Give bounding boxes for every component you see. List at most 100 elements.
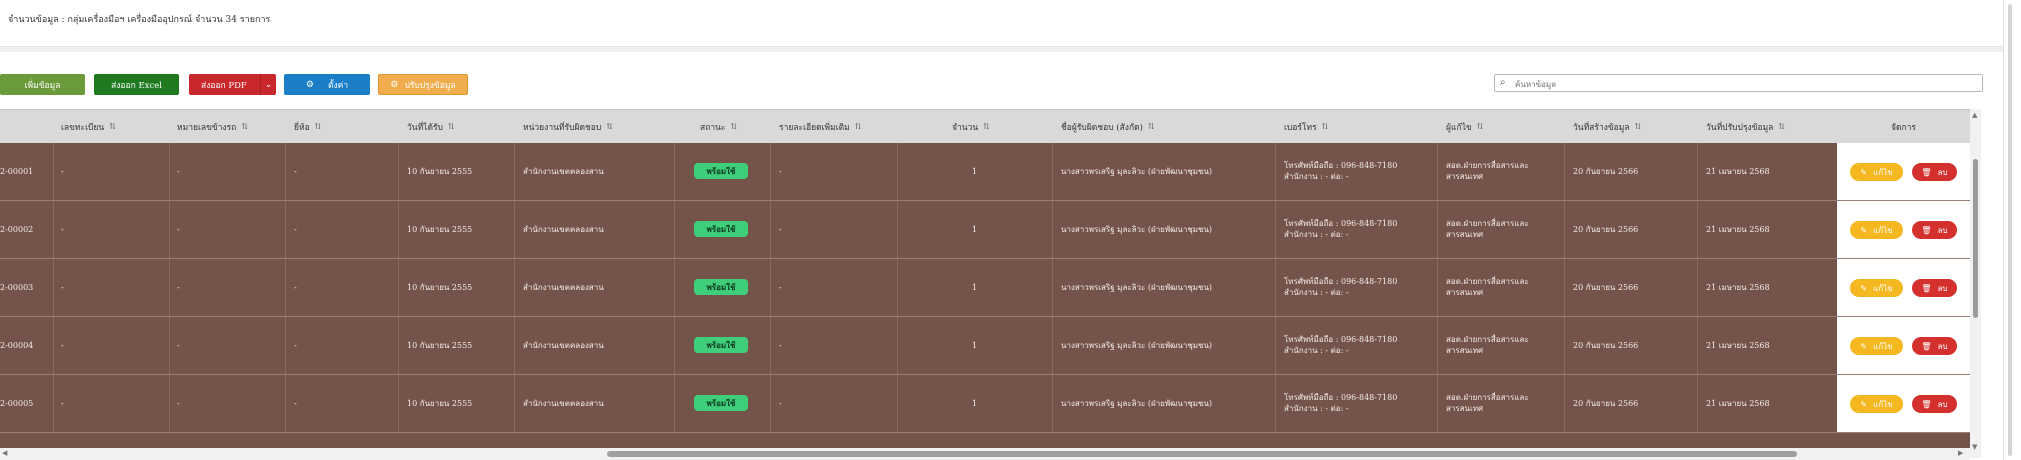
pencil-icon: ✎	[1860, 167, 1868, 177]
column-header-received-date[interactable]: วันที่ได้รับ ⇅	[407, 110, 455, 143]
edit-button[interactable]: ✎ แก้ไข	[1850, 163, 1903, 181]
table-vertical-scrollbar[interactable]: ▲ ▼	[1970, 109, 1981, 458]
delete-button[interactable]: 🗑 ลบ	[1912, 395, 1957, 413]
cell-details: -	[779, 341, 782, 350]
cell-created-date: 20 กันยายน 2566	[1573, 341, 1639, 350]
cell-created-date: 20 กันยายน 2566	[1573, 225, 1639, 234]
column-divider	[897, 317, 898, 374]
column-divider	[1275, 375, 1276, 432]
sort-icon[interactable]: ⇅	[606, 122, 613, 131]
column-label: วันที่สร้างข้อมูล	[1573, 122, 1630, 133]
cell-created-date: 20 กันยายน 2566	[1573, 283, 1639, 292]
edit-label: แก้ไข	[1873, 225, 1893, 235]
delete-button[interactable]: 🗑 ลบ	[1912, 279, 1957, 297]
edit-button[interactable]: ✎ แก้ไข	[1850, 279, 1903, 297]
column-divider	[514, 143, 515, 200]
delete-label: ลบ	[1937, 399, 1948, 409]
cell-registration: -	[61, 341, 64, 350]
sort-icon[interactable]: ⇅	[109, 122, 116, 131]
cell-quantity: 1	[972, 167, 978, 176]
cell-quantity: 1	[972, 341, 978, 350]
scroll-up-icon[interactable]: ▲	[1972, 111, 1977, 119]
column-divider	[897, 259, 898, 316]
column-header-updated-date[interactable]: วันที่ปรับปรุงข้อมูล ⇅	[1706, 110, 1785, 143]
sort-icon[interactable]: ⇅	[1322, 122, 1329, 131]
cell-updated-date: 21 เมษายน 2568	[1706, 341, 1770, 350]
edit-button[interactable]: ✎ แก้ไข	[1850, 337, 1903, 355]
table-row[interactable]: 2-00001 - - - 10 กันยายน 2555 สำนักงานเข…	[0, 143, 1970, 201]
column-divider	[770, 201, 771, 258]
table-row[interactable]: 2-00002 - - - 10 กันยายน 2555 สำนักงานเข…	[0, 201, 1970, 259]
delete-button[interactable]: 🗑 ลบ	[1912, 221, 1957, 239]
delete-button[interactable]: 🗑 ลบ	[1912, 337, 1957, 355]
pencil-icon: ✎	[1860, 399, 1868, 409]
scroll-down-icon[interactable]: ▼	[1972, 443, 1977, 451]
sort-icon[interactable]: ⇅	[730, 122, 737, 131]
sort-icon[interactable]: ⇅	[1778, 122, 1785, 131]
table-horizontal-scrollbar[interactable]: ◀ ▶	[0, 448, 1970, 460]
page-scrollbar-thumb[interactable]	[2008, 4, 2012, 456]
export-excel-button[interactable]: ส่งออก Excel	[94, 74, 179, 95]
column-divider	[1564, 317, 1565, 374]
column-divider	[770, 143, 771, 200]
sort-icon[interactable]: ⇅	[1148, 122, 1155, 131]
cell-code: 2-00005	[0, 399, 34, 408]
cell-editor: สอด.ฝ่ายการสื่อสารและ	[1446, 161, 1529, 170]
column-divider	[770, 375, 771, 432]
column-header-details[interactable]: รายละเอียดเพิ่มเติม ⇅	[779, 110, 861, 143]
search-box[interactable]: ⌕	[1494, 74, 1983, 92]
column-header-registration[interactable]: เลขทะเบียน ⇅	[61, 110, 116, 143]
column-divider	[1052, 259, 1053, 316]
export-pdf-button[interactable]: ส่งออก PDF ⌄	[189, 74, 276, 95]
column-header-phone[interactable]: เบอร์โทร ⇅	[1284, 110, 1328, 143]
sort-icon[interactable]: ⇅	[241, 122, 248, 131]
cell-received-date: 10 กันยายน 2555	[407, 399, 473, 408]
scroll-right-icon[interactable]: ▶	[1958, 449, 1963, 457]
page-scrollbar[interactable]	[2003, 0, 2021, 460]
vertical-scroll-thumb[interactable]	[1973, 159, 1978, 318]
column-header-status[interactable]: สถานะ ⇅	[700, 110, 737, 143]
sort-icon[interactable]: ⇅	[983, 122, 990, 131]
column-header-editor[interactable]: ผู้แก้ไข ⇅	[1446, 110, 1483, 143]
cell-phone-office: สำนักงาน : - ต่อ: -	[1284, 404, 1349, 413]
delete-button[interactable]: 🗑 ลบ	[1912, 163, 1957, 181]
sort-icon[interactable]: ⇅	[855, 122, 862, 131]
column-header-vehicle-number[interactable]: หมายเลขข้างรถ ⇅	[177, 110, 248, 143]
sort-icon[interactable]: ⇅	[1635, 122, 1642, 131]
scroll-left-icon[interactable]: ◀	[2, 449, 7, 457]
column-divider	[169, 259, 170, 316]
summary-bar: จำนวนข้อมูล : กลุ่มเครื่องมือฯ เครื่องมื…	[0, 0, 2003, 47]
cell-details: -	[779, 167, 782, 176]
column-header-created-date[interactable]: วันที่สร้างข้อมูล ⇅	[1573, 110, 1641, 143]
column-divider	[770, 317, 771, 374]
column-header-quantity[interactable]: จำนวน ⇅	[952, 110, 990, 143]
horizontal-scroll-thumb[interactable]	[607, 451, 1797, 457]
cell-code: 2-00004	[0, 341, 34, 350]
settings-button[interactable]: ⚙ ตั้งค่า	[284, 74, 370, 95]
edit-button[interactable]: ✎ แก้ไข	[1850, 395, 1903, 413]
add-data-button[interactable]: เพิ่มข้อมูล	[0, 74, 85, 95]
sort-icon[interactable]: ⇅	[448, 122, 455, 131]
sort-icon[interactable]: ⇅	[315, 122, 322, 131]
cell-quantity: 1	[972, 283, 978, 292]
cell-vehicle-number: -	[177, 283, 180, 292]
table-row[interactable]: 2-00004 - - - 10 กันยายน 2555 สำนักงานเข…	[0, 317, 1970, 375]
column-divider	[674, 259, 675, 316]
column-header-unit[interactable]: หน่วยงานที่รับผิดชอบ ⇅	[523, 110, 613, 143]
cell-updated-date: 21 เมษายน 2568	[1706, 167, 1770, 176]
column-header-owner[interactable]: ชื่อผู้รับผิดชอบ (สังกัด) ⇅	[1061, 110, 1155, 143]
refresh-data-button[interactable]: ⚙ ปรับปรุงข้อมูล	[378, 74, 468, 95]
cell-registration: -	[61, 225, 64, 234]
column-divider	[1697, 259, 1698, 316]
table-row[interactable]: 2-00003 - - - 10 กันยายน 2555 สำนักงานเข…	[0, 259, 1970, 317]
cell-details: -	[779, 225, 782, 234]
cell-unit: สำนักงานเขตคลองสาน	[523, 167, 604, 176]
chevron-down-icon[interactable]: ⌄	[260, 74, 276, 95]
delete-label: ลบ	[1937, 225, 1948, 235]
table-row[interactable]: 2-00005 - - - 10 กันยายน 2555 สำนักงานเข…	[0, 375, 1970, 433]
sort-icon[interactable]: ⇅	[1477, 122, 1484, 131]
search-input[interactable]	[1513, 76, 1977, 92]
cell-brand: -	[294, 283, 297, 292]
edit-button[interactable]: ✎ แก้ไข	[1850, 221, 1903, 239]
column-header-brand[interactable]: ยี่ห้อ ⇅	[294, 110, 321, 143]
